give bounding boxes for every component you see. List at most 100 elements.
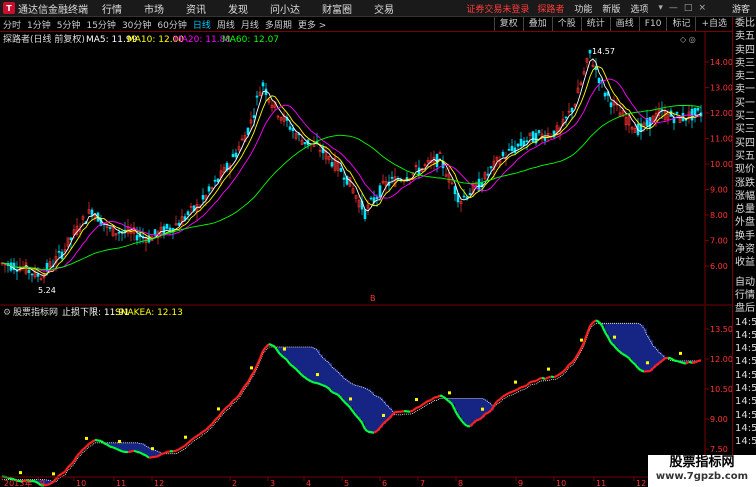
period-tab[interactable]: 周线 — [217, 18, 235, 31]
util-new-version[interactable]: 新版 — [602, 2, 620, 15]
period-tab-daily[interactable]: 日线 — [193, 18, 211, 31]
f10-button[interactable]: F10 — [638, 17, 667, 31]
main-chart-header: 探路者(日线 前复权) MA5: 11.99 MA10: 12.00 MA20:… — [3, 33, 696, 45]
side-panel-item[interactable]: 买二 — [733, 110, 756, 123]
side-panel-item[interactable]: 涨跌 — [733, 177, 756, 190]
dropdown-icon[interactable]: ▾ — [658, 3, 663, 13]
period-tab[interactable]: 60分钟 — [157, 18, 186, 31]
side-panel-item[interactable]: 14:5 — [733, 316, 756, 329]
side-panel-item[interactable]: 买四 — [733, 137, 756, 150]
util-function[interactable]: 功能 — [574, 2, 592, 15]
candle-body — [231, 153, 235, 158]
add-watchlist-button[interactable]: +自选 — [695, 17, 732, 31]
side-panel-item[interactable]: 自动 — [733, 276, 756, 289]
period-tab[interactable]: 多周期 — [265, 18, 292, 31]
snake-segment — [346, 403, 351, 409]
kline-chart[interactable]: 探路者(日线 前复权) MA5: 11.99 MA10: 12.00 MA20:… — [0, 32, 733, 487]
util-options[interactable]: 选项 — [630, 2, 648, 15]
side-panel-item[interactable]: 14:5 — [733, 435, 756, 448]
login-status[interactable]: 证券交易未登录 — [466, 2, 529, 15]
snake-segment — [46, 482, 51, 487]
indicator-gear-icon[interactable]: ⚙ — [3, 308, 11, 318]
snake-segment — [523, 384, 528, 388]
close-icon[interactable]: × — [698, 3, 706, 13]
side-panel-item[interactable]: 委比 — [733, 17, 756, 30]
period-tab[interactable]: 30分钟 — [122, 18, 151, 31]
side-panel-item[interactable]: 涨幅 — [733, 190, 756, 203]
side-panel-item[interactable]: 行情 — [733, 289, 756, 302]
period-tab[interactable]: 1分钟 — [27, 18, 51, 31]
period-tab[interactable]: 15分钟 — [86, 18, 115, 31]
minimize-icon[interactable]: — — [669, 3, 678, 13]
draw-button[interactable]: 画线 — [609, 17, 639, 31]
period-tab[interactable]: 月线 — [241, 18, 259, 31]
side-panel-item[interactable]: 14:5 — [733, 329, 756, 342]
menu-wealth[interactable]: 财富圈 — [322, 1, 352, 16]
side-panel-item[interactable]: 收益 — [733, 256, 756, 269]
snake-segment — [286, 359, 291, 365]
menu-discover[interactable]: 发现 — [228, 1, 248, 16]
stats-button[interactable]: 统计 — [580, 17, 610, 31]
adjust-button[interactable]: 复权 — [493, 17, 523, 31]
side-panel-item[interactable]: 14:5 — [733, 382, 756, 395]
mark-button[interactable]: 标记 — [666, 17, 695, 31]
snake-segment — [103, 442, 108, 446]
candle-body — [513, 147, 517, 154]
indicator-fill — [323, 358, 326, 386]
overlay-button[interactable]: 叠加 — [522, 17, 552, 31]
side-panel-item[interactable]: 14:5 — [733, 342, 756, 355]
snake-segment — [229, 400, 234, 406]
menu-market[interactable]: 市场 — [144, 1, 164, 16]
snake-segment — [547, 375, 552, 379]
side-panel-item[interactable]: 14:5 — [733, 355, 756, 368]
snake-segment — [520, 385, 525, 389]
side-panel-item[interactable]: 现价 — [733, 163, 756, 176]
candle-body — [507, 149, 511, 151]
side-panel-item[interactable]: 换手 — [733, 230, 756, 243]
side-panel-item[interactable]: 14:5 — [733, 409, 756, 422]
side-panel-item[interactable]: 14:5 — [733, 369, 756, 382]
menu-quotes[interactable]: 行情 — [102, 1, 122, 16]
side-panel-item[interactable]: 14:5 — [733, 395, 756, 408]
snake-segment — [109, 445, 114, 449]
side-panel-item[interactable]: 净资 — [733, 243, 756, 256]
snake-segment — [454, 409, 459, 417]
candle-body — [468, 193, 472, 196]
snake-segment — [106, 443, 111, 448]
snake-segment — [421, 402, 426, 406]
x-tick-label: 9 — [518, 479, 523, 487]
snake-segment — [631, 360, 636, 366]
side-panel-item[interactable]: 卖三 — [733, 57, 756, 70]
side-panel-item[interactable]: 14:5 — [733, 422, 756, 435]
indicator-fill — [473, 398, 476, 424]
side-panel-item[interactable]: 买三 — [733, 123, 756, 136]
side-panel-item[interactable]: 盘后 — [733, 302, 756, 315]
maximize-icon[interactable]: □ — [684, 3, 693, 13]
chart-area[interactable]: 探路者(日线 前复权) MA5: 11.99 MA10: 12.00 MA20:… — [0, 32, 733, 487]
stock-button[interactable]: 个股 — [551, 17, 581, 31]
snake-segment — [361, 422, 366, 430]
stock-link[interactable]: 探路者 — [537, 2, 564, 15]
side-panel-item[interactable]: 卖四 — [733, 44, 756, 57]
side-panel-item[interactable]: 总量 — [733, 203, 756, 216]
side-panel-item[interactable]: 卖五 — [733, 30, 756, 43]
period-tab[interactable]: 5分钟 — [57, 18, 81, 31]
guest-label[interactable]: 游客 — [732, 2, 750, 15]
side-panel-item[interactable]: 买五 — [733, 150, 756, 163]
menu-ask[interactable]: 问小达 — [270, 1, 300, 16]
side-panel-item[interactable]: 卖一 — [733, 83, 756, 96]
candle-body — [519, 138, 523, 147]
side-panel-item[interactable]: 外盘 — [733, 216, 756, 229]
snake-segment — [538, 376, 543, 381]
period-tab[interactable]: 分时 — [3, 18, 21, 31]
indicator-fill — [623, 323, 626, 355]
chart-settings-icon[interactable]: ◇ ◎ — [680, 35, 696, 44]
marker-b: B — [370, 294, 376, 303]
menu-trade[interactable]: 交易 — [374, 1, 394, 16]
candle-body — [690, 108, 694, 121]
quote-side-panel: 委比 卖五 卖四 卖三 卖二 卖一 买一 买二 买三 买四 买五 现价 涨跌 涨幅 总量 外盘 换手 净资 收益自动… — [732, 17, 756, 487]
side-panel-item[interactable]: 买一 — [733, 97, 756, 110]
menu-news[interactable]: 资讯 — [186, 1, 206, 16]
period-tab-more[interactable]: 更多 > — [298, 18, 326, 31]
side-panel-item[interactable]: 卖二 — [733, 70, 756, 83]
